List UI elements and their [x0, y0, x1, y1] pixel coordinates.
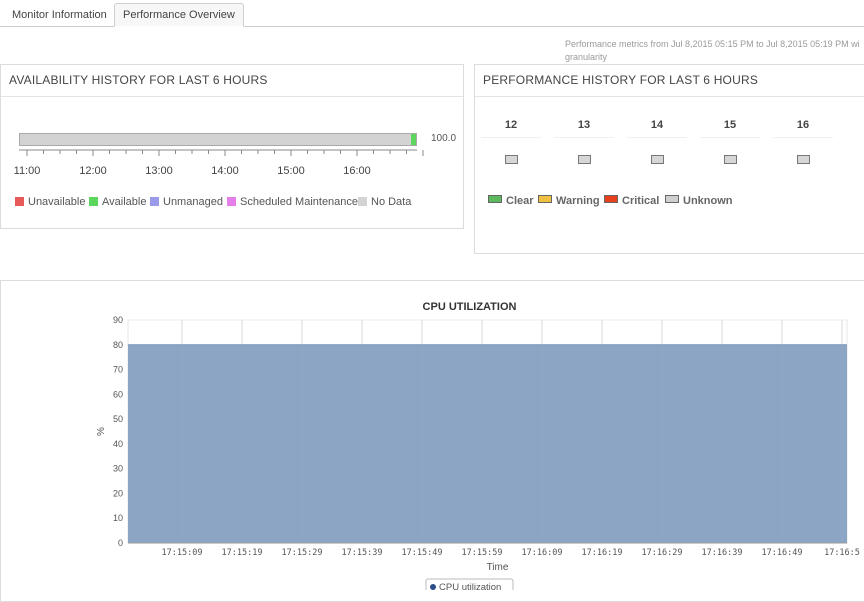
availability-bar[interactable]	[19, 133, 417, 146]
availability-value: 100.0	[431, 133, 457, 144]
row-divider	[627, 137, 687, 138]
performance-hour-label: 14	[650, 119, 664, 131]
legend-label: Scheduled Maintenance	[240, 196, 359, 208]
performance-hour-label: 15	[723, 119, 737, 131]
x-tick-label: 17:16:09	[522, 548, 563, 558]
legend-swatch	[15, 197, 24, 206]
y-tick-label: 50	[113, 414, 123, 424]
availability-hour-label: 12:00	[79, 165, 107, 177]
legend-label: No Data	[371, 196, 412, 208]
legend-swatch	[150, 197, 159, 206]
y-tick-label: 10	[113, 513, 123, 523]
x-tick-label: 17:15:39	[342, 548, 383, 558]
performance-legend-item: Warning	[538, 195, 600, 207]
y-tick-label: 20	[113, 488, 123, 498]
legend-swatch	[227, 197, 236, 206]
performance-panel: PERFORMANCE HISTORY FOR LAST 6 HOURS 12 1…	[474, 64, 864, 254]
cpu-chart-panel: CPU UTILIZATION 0 10 20 30 40 50 60 70 80 90 17:15:…	[0, 280, 864, 602]
chart-legend-marker	[430, 584, 436, 590]
legend-label: Warning	[556, 195, 600, 207]
performance-status-unknown[interactable]	[724, 155, 737, 164]
x-tick-label: 17:15:49	[402, 548, 443, 558]
performance-title: PERFORMANCE HISTORY FOR LAST 6 HOURS	[483, 73, 759, 87]
performance-legend-item: Critical	[604, 195, 659, 207]
y-axis-label: %	[96, 427, 107, 436]
tab-bar: Monitor Information Performance Overview	[0, 0, 864, 27]
y-tick-label: 80	[113, 340, 123, 350]
granularity-text: granularity	[565, 52, 608, 62]
row-divider	[700, 137, 760, 138]
x-tick-label: 17:15:09	[162, 548, 203, 558]
performance-legend-item: Unknown	[665, 195, 733, 207]
availability-panel: AVAILABILITY HISTORY FOR LAST 6 HOURS 10…	[0, 64, 464, 229]
availability-legend-item: Available	[89, 196, 146, 208]
availability-available-segment	[411, 134, 416, 145]
availability-hour-label: 15:00	[277, 165, 305, 177]
legend-swatch	[604, 195, 618, 203]
x-tick-label: 17:16:29	[642, 548, 683, 558]
y-tick-label: 30	[113, 464, 123, 474]
availability-legend-item: Unavailable	[15, 196, 85, 208]
availability-title: AVAILABILITY HISTORY FOR LAST 6 HOURS	[9, 73, 268, 87]
x-axis-label: Time	[487, 562, 509, 573]
legend-label: Critical	[622, 195, 660, 207]
y-tick-label: 60	[113, 389, 123, 399]
availability-hour-label: 13:00	[145, 165, 173, 177]
x-tick-label: 17:16:19	[582, 548, 623, 558]
performance-hour-label: 12	[504, 119, 518, 131]
x-tick-label: 17:15:29	[282, 548, 323, 558]
y-tick-label: 70	[113, 365, 123, 375]
chart-title: CPU UTILIZATION	[423, 301, 517, 313]
availability-hour-label: 16:00	[343, 165, 371, 177]
y-tick-label: 90	[113, 315, 123, 325]
legend-label: Unknown	[683, 195, 733, 207]
legend-swatch	[89, 197, 98, 206]
legend-swatch	[538, 195, 552, 203]
availability-hour-label: 14:00	[211, 165, 239, 177]
row-divider	[481, 137, 541, 138]
y-tick-label: 0	[118, 538, 123, 548]
performance-hour-label: 16	[796, 119, 810, 131]
chart-legend-item[interactable]: CPU utilization	[425, 578, 514, 590]
x-tick-label: 17:15:59	[462, 548, 503, 558]
availability-legend-item: Unmanaged	[150, 196, 223, 208]
legend-label: Available	[102, 196, 147, 208]
performance-status-unknown[interactable]	[578, 155, 591, 164]
row-divider	[554, 137, 614, 138]
tab-monitor-information[interactable]: Monitor Information	[4, 4, 115, 26]
x-tick-label: 17:16:5	[824, 548, 860, 558]
legend-label: Unavailable	[28, 196, 86, 208]
availability-legend-item: Scheduled Maintenance	[227, 196, 358, 208]
legend-swatch	[488, 195, 502, 203]
availability-hour-label: 11:00	[13, 165, 41, 177]
row-divider	[773, 137, 833, 138]
cpu-utilization-chart: CPU UTILIZATION 0 10 20 30 40 50 60 70 80 90 17:15:…	[96, 301, 860, 590]
legend-swatch	[358, 197, 367, 206]
performance-status-unknown[interactable]	[505, 155, 518, 164]
legend-swatch	[665, 195, 679, 203]
performance-range-text: Performance metrics from Jul 8,2015 05:1…	[565, 39, 860, 49]
performance-legend-item: Clear	[488, 195, 534, 207]
panel-divider	[475, 96, 864, 97]
performance-hour-label: 13	[577, 119, 591, 131]
panel-divider	[1, 96, 463, 97]
legend-label: Unmanaged	[163, 196, 223, 208]
x-tick-label: 17:16:49	[762, 548, 803, 558]
y-tick-label: 40	[113, 439, 123, 449]
legend-label: Clear	[506, 195, 534, 207]
availability-time-axis	[19, 149, 424, 156]
cpu-utilization-area[interactable]	[128, 344, 847, 543]
x-tick-label: 17:16:39	[702, 548, 743, 558]
x-tick-label: 17:15:19	[222, 548, 263, 558]
availability-legend-item: No Data	[358, 196, 411, 208]
performance-status-unknown[interactable]	[651, 155, 664, 164]
tab-performance-overview[interactable]: Performance Overview	[114, 3, 244, 27]
performance-status-unknown[interactable]	[797, 155, 810, 164]
performance-range-note: Performance metrics from Jul 8,2015 05:1…	[565, 38, 864, 64]
